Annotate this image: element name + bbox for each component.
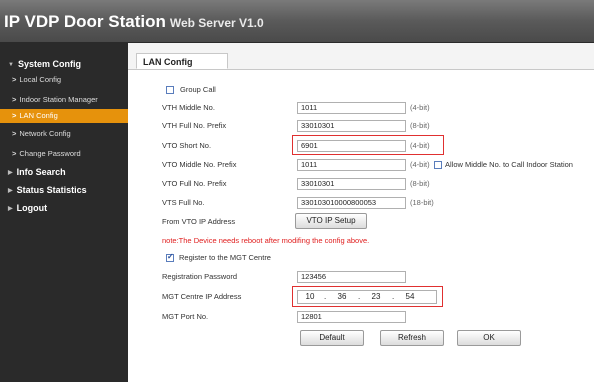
mgt-port-input[interactable]: 12801 (297, 311, 406, 323)
sidebar-section-label: Logout (16, 203, 48, 213)
sidebar: ▼ System Config > Local Config > Indoor Sta… (0, 43, 128, 382)
app-header: IP VDP Door Station Web Server V1.0 (0, 0, 594, 43)
allow-middle-no-checkbox[interactable] (434, 161, 442, 169)
vth-full-no-prefix-input[interactable]: 33010301 (297, 120, 406, 132)
triangle-down-icon: ▼ (8, 62, 14, 68)
chevron-right-icon: > (12, 95, 17, 104)
vto-middle-no-prefix-label: VTO Middle No. Prefix (162, 160, 237, 169)
mgt-ip-highlight (292, 286, 443, 307)
ok-button[interactable]: OK (457, 330, 521, 346)
sidebar-item-label: Change Password (19, 149, 81, 158)
sidebar-section-status-statistics[interactable]: ▶ Status Statistics (0, 182, 128, 198)
vto-short-no-highlight (292, 135, 444, 155)
app-title-text: IP VDP Door Station (4, 12, 166, 31)
main-content: LAN Config Group Call VTH Middle No. 101… (128, 43, 594, 382)
vto-full-no-prefix-label: VTO Full No. Prefix (162, 179, 227, 188)
sidebar-section-info-search[interactable]: ▶ Info Search (0, 164, 128, 180)
app-subtitle: Web Server V1.0 (169, 16, 264, 30)
triangle-right-icon: ▶ (8, 170, 13, 176)
sidebar-section-label: Status Statistics (16, 185, 87, 195)
vto-short-no-label: VTO Short No. (162, 141, 212, 150)
group-call-checkbox[interactable] (166, 86, 174, 94)
sidebar-item-indoor-station-manager[interactable]: > Indoor Station Manager (0, 93, 128, 107)
vto-middle-no-prefix-input[interactable]: 1011 (297, 159, 406, 171)
sidebar-section-label: Info Search (16, 167, 66, 177)
vth-middle-no-label: VTH Middle No. (162, 103, 215, 112)
sidebar-item-local-config[interactable]: > Local Config (0, 73, 128, 87)
vth-middle-no-input[interactable]: 1011 (297, 102, 406, 114)
chevron-right-icon: > (12, 75, 17, 84)
vto-full-no-prefix-input[interactable]: 33010301 (297, 178, 406, 190)
allow-middle-no-label: Allow Middle No. to Call Indoor Station (445, 160, 573, 169)
sidebar-item-label: LAN Config (19, 111, 58, 120)
default-button[interactable]: Default (300, 330, 364, 346)
vts-full-no-label: VTS Full No. (162, 198, 205, 207)
sidebar-item-change-password[interactable]: > Change Password (0, 147, 128, 161)
register-mgt-label: Register to the MGT Centre (179, 253, 271, 262)
vts-full-no-hint: (18-bit) (410, 198, 434, 207)
refresh-button[interactable]: Refresh (380, 330, 444, 346)
sidebar-item-lan-config[interactable]: > LAN Config (0, 109, 128, 123)
vth-middle-no-hint: (4-bit) (410, 103, 430, 112)
group-call-label: Group Call (180, 85, 216, 94)
sidebar-section-system-config[interactable]: ▼ System Config (0, 56, 128, 72)
tab-lan-config[interactable]: LAN Config (136, 53, 228, 69)
vts-full-no-input[interactable]: 330103010000800053 (297, 197, 406, 209)
sidebar-item-label: Indoor Station Manager (19, 95, 98, 104)
mgt-port-label: MGT Port No. (162, 312, 209, 321)
chevron-right-icon: > (12, 149, 17, 158)
reboot-note: note:The Device needs reboot after modif… (162, 236, 370, 245)
vth-full-no-prefix-label: VTH Full No. Prefix (162, 121, 227, 130)
vto-full-no-prefix-hint: (8-bit) (410, 179, 430, 188)
tab-bar: LAN Config (128, 51, 594, 70)
vto-middle-no-prefix-hint: (4-bit) (410, 160, 430, 169)
triangle-right-icon: ▶ (8, 206, 13, 212)
mgt-ip-label: MGT Centre IP Address (162, 292, 242, 301)
registration-password-input[interactable]: 123456 (297, 271, 406, 283)
registration-password-label: Registration Password (162, 272, 238, 281)
vth-full-no-prefix-hint: (8-bit) (410, 121, 430, 130)
register-mgt-checkbox[interactable] (166, 252, 174, 262)
from-vto-ip-label: From VTO IP Address (162, 217, 236, 226)
triangle-right-icon: ▶ (8, 188, 13, 194)
sidebar-item-network-config[interactable]: > Network Config (0, 127, 128, 141)
sidebar-section-label: System Config (17, 59, 81, 69)
sidebar-item-label: Network Config (19, 129, 71, 138)
chevron-right-icon: > (12, 111, 17, 120)
lan-config-panel: Group Call VTH Middle No. 1011 (4-bit) V… (128, 70, 594, 382)
chevron-right-icon: > (12, 129, 17, 138)
sidebar-item-label: Local Config (19, 75, 62, 84)
vto-ip-setup-button[interactable]: VTO IP Setup (295, 213, 367, 229)
sidebar-section-logout[interactable]: ▶ Logout (0, 200, 128, 216)
app-title: IP VDP Door Station Web Server V1.0 (4, 12, 264, 32)
